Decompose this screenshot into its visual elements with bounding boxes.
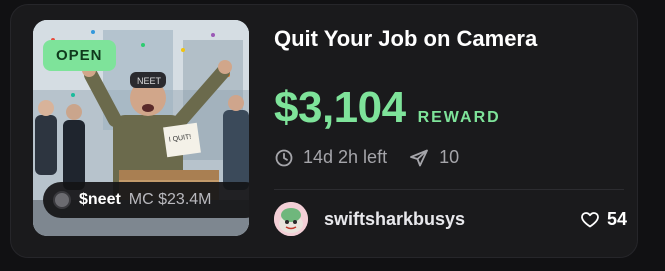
creator-username[interactable]: swiftsharkbusys [324, 209, 465, 230]
bounty-thumbnail[interactable]: NEET I QUIT! OPEN $neet MC $23.4M [33, 20, 249, 236]
bounty-card[interactable]: NEET I QUIT! OPEN $neet MC $23.4M Quit Y… [10, 4, 638, 258]
like-button[interactable]: 54 [581, 209, 627, 230]
token-pill[interactable]: $neet MC $23.4M [43, 182, 249, 218]
reward-label: REWARD [417, 109, 501, 126]
token-ticker: $neet [79, 191, 121, 208]
send-icon [410, 149, 428, 166]
svg-text:NEET: NEET [137, 76, 162, 86]
likes-count: 54 [607, 209, 628, 229]
creator[interactable]: swiftsharkbusys [274, 202, 465, 236]
clock-icon [275, 149, 293, 166]
token-logo-icon [53, 191, 71, 209]
avatar[interactable] [274, 202, 308, 236]
reward: $3,104 REWARD [274, 83, 501, 133]
heart-icon [581, 211, 599, 227]
reward-amount: $3,104 [274, 83, 406, 132]
submissions-count: 10 [439, 147, 460, 167]
bounty-meta: 14d 2h left 10 [275, 147, 459, 168]
token-market-cap: MC $23.4M [128, 191, 212, 208]
divider [274, 189, 624, 190]
status-badge: OPEN [43, 40, 116, 71]
time-left: 14d 2h left [303, 147, 388, 167]
bounty-title[interactable]: Quit Your Job on Camera [274, 26, 537, 52]
